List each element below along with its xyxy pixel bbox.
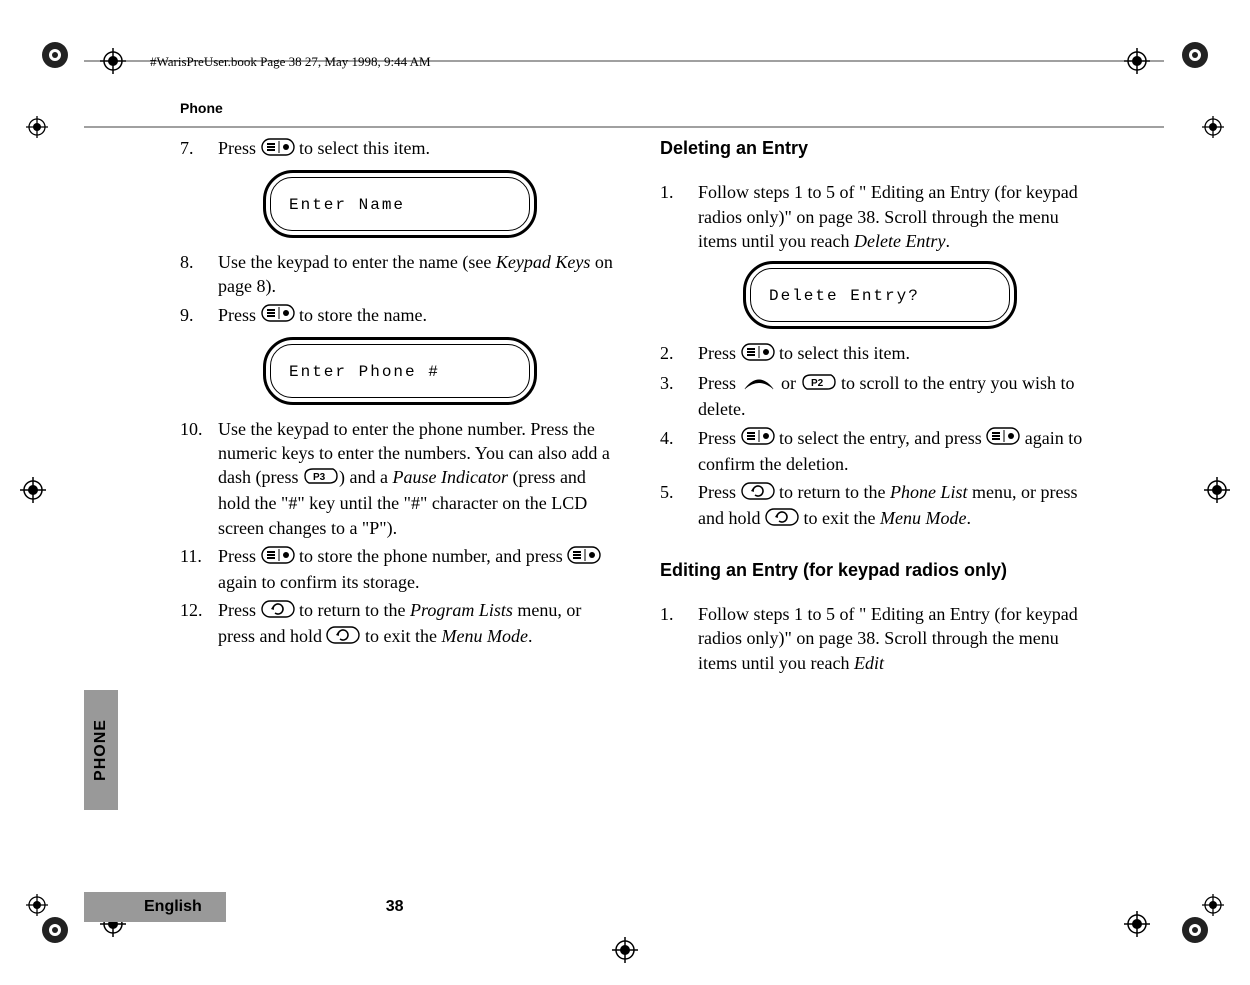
text: . <box>528 626 533 646</box>
text: to exit the <box>360 626 441 646</box>
menu-select-button-icon <box>741 427 775 451</box>
step-9: 9. Press to store the name. <box>180 303 620 329</box>
text-italic: Program Lists <box>410 600 513 620</box>
back-button-icon <box>261 600 295 624</box>
step-8: 8. Use the keypad to enter the name (see… <box>180 250 620 299</box>
crosshair-mark-icon <box>26 116 48 138</box>
text: Follow steps 1 to 5 of " Editing an Entr… <box>698 604 1078 673</box>
text: to select this item. <box>295 138 430 158</box>
step-12: 12. Press to return to the Program Lists… <box>180 598 620 650</box>
back-button-icon <box>765 508 799 532</box>
text: to select this item. <box>775 343 910 363</box>
left-column: 7. Press to select this item. Enter Name… <box>180 136 620 679</box>
text: Press <box>698 428 741 448</box>
p3-button-icon: P3 <box>303 467 339 491</box>
lcd-display: Enter Name <box>180 170 620 238</box>
text: Press <box>218 138 261 158</box>
text-italic: Menu Mode <box>880 508 966 528</box>
back-button-icon <box>326 626 360 650</box>
step-11: 11. Press to store the phone number, and… <box>180 544 620 594</box>
crosshair-mark-icon <box>1204 477 1230 503</box>
delete-step-3: 3. Press or P2 to scroll to the entry yo… <box>660 371 1100 421</box>
text: Press <box>218 600 261 620</box>
menu-select-button-icon <box>741 343 775 367</box>
section-heading-deleting: Deleting an Entry <box>660 136 1100 160</box>
delete-step-1: 1. Follow steps 1 to 5 of " Editing an E… <box>660 180 1100 253</box>
text: Press <box>218 305 261 325</box>
sidebar-tab: PHONE <box>84 690 118 810</box>
text: to store the name. <box>295 305 427 325</box>
text: . <box>966 508 971 528</box>
text-italic: Keypad Keys <box>496 252 590 272</box>
crosshair-mark-icon <box>1202 894 1224 916</box>
svg-text:P3: P3 <box>313 472 326 483</box>
text: to return to the <box>775 482 890 502</box>
step-7: 7. Press to select this item. <box>180 136 620 162</box>
text: to store the phone number, and press <box>295 546 568 566</box>
up-arc-button-icon <box>741 373 777 397</box>
menu-select-button-icon <box>261 138 295 162</box>
delete-step-2: 2. Press to select this item. <box>660 341 1100 367</box>
lcd-display: Enter Phone # <box>180 337 620 405</box>
step-10: 10. Use the keypad to enter the phone nu… <box>180 417 620 540</box>
registration-mark-icon <box>40 40 70 70</box>
crosshair-mark-icon <box>20 477 46 503</box>
text: Press <box>698 482 741 502</box>
lcd-text: Enter Phone # <box>270 344 530 398</box>
text: Press <box>698 373 741 393</box>
text-italic: Edit <box>854 653 884 673</box>
sidebar-tab-label: PHONE <box>92 719 110 781</box>
text: Press <box>218 546 261 566</box>
text: or <box>777 373 801 393</box>
p2-button-icon: P2 <box>801 373 837 397</box>
text-italic: Pause Indicator <box>392 467 507 487</box>
text-italic: Delete Entry <box>854 231 945 251</box>
delete-step-5: 5. Press to return to the Phone List men… <box>660 480 1100 532</box>
text: to return to the <box>295 600 410 620</box>
text-italic: Phone List <box>890 482 968 502</box>
delete-step-4: 4. Press to select the entry, and press … <box>660 426 1100 476</box>
text: to select the entry, and press <box>775 428 987 448</box>
lcd-text: Enter Name <box>270 177 530 231</box>
crosshair-mark-icon <box>1202 116 1224 138</box>
registration-mark-icon <box>1180 915 1210 945</box>
crosshair-mark-icon <box>612 937 638 963</box>
registration-mark-icon <box>40 915 70 945</box>
text: Use the keypad to enter the name (see <box>218 252 496 272</box>
text: . <box>945 231 950 251</box>
menu-select-button-icon <box>261 304 295 328</box>
crosshair-mark-icon <box>26 894 48 916</box>
registration-mark-icon <box>1180 40 1210 70</box>
footer: English 38 <box>84 892 1144 922</box>
text: ) and a <box>339 467 392 487</box>
text: again to confirm its storage. <box>218 572 419 592</box>
right-column: Deleting an Entry 1. Follow steps 1 to 5… <box>660 136 1100 679</box>
footer-page-number: 38 <box>386 898 404 916</box>
lcd-display: Delete Entry? <box>660 261 1100 329</box>
running-header: Phone <box>180 100 1150 116</box>
footer-language: English <box>84 892 226 922</box>
text-italic: Menu Mode <box>441 626 527 646</box>
print-meta-text: #WarisPreUser.book Page 38 27, May 1998,… <box>150 54 431 70</box>
text: Press <box>698 343 741 363</box>
edit-step-1: 1. Follow steps 1 to 5 of " Editing an E… <box>660 602 1100 675</box>
lcd-text: Delete Entry? <box>750 268 1010 322</box>
menu-select-button-icon <box>261 546 295 570</box>
svg-text:P2: P2 <box>811 378 824 389</box>
text: to exit the <box>799 508 880 528</box>
menu-select-button-icon <box>567 546 601 570</box>
section-heading-editing: Editing an Entry (for keypad radios only… <box>660 558 1100 582</box>
menu-select-button-icon <box>986 427 1020 451</box>
back-button-icon <box>741 482 775 506</box>
